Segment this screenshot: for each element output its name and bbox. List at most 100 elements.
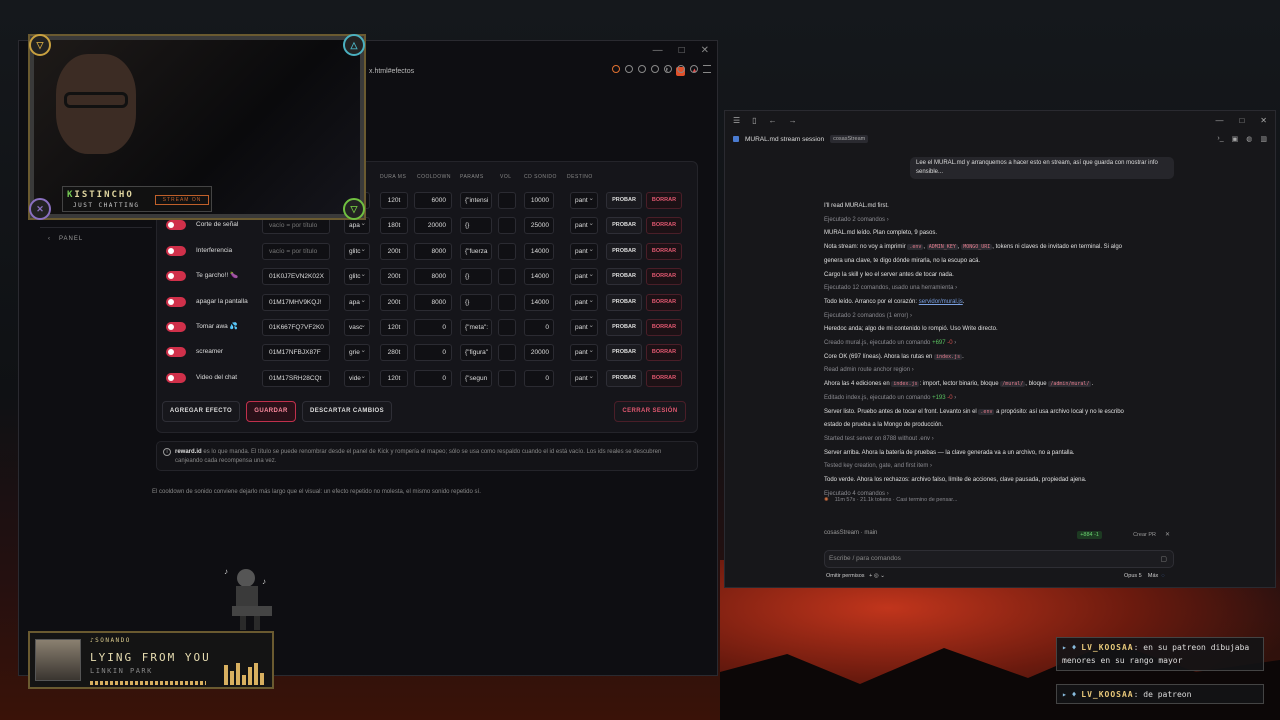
effect-type-select[interactable]: apa xyxy=(344,217,370,235)
volume-field[interactable] xyxy=(498,217,516,235)
delete-button[interactable]: BORRAR xyxy=(646,293,682,311)
sidebar-icon[interactable]: ▯ xyxy=(752,116,756,125)
close-icon[interactable]: ✕ xyxy=(1165,531,1170,538)
sound-cooldown-field[interactable]: 14000 xyxy=(524,268,554,286)
reward-id-field[interactable]: 01K667FQ7VF2K0 xyxy=(262,319,330,336)
tool-call-summary[interactable]: Ejecutado 2 comandos (1 error) › xyxy=(824,310,1174,324)
panel-back-link[interactable]: ‹ PANEL xyxy=(48,236,83,242)
destination-select[interactable]: pant xyxy=(570,217,598,235)
effect-enabled-toggle[interactable] xyxy=(166,322,186,332)
extension-icon[interactable] xyxy=(625,65,633,73)
terminal-icon[interactable]: ›_ xyxy=(1217,135,1223,143)
params-field[interactable]: {"intensi xyxy=(460,192,492,209)
effect-type-select[interactable]: vide xyxy=(344,369,370,387)
forward-arrow-icon[interactable]: → xyxy=(789,116,797,125)
back-arrow-icon[interactable]: ← xyxy=(769,116,777,125)
duration-field[interactable]: 200t xyxy=(380,293,408,311)
logout-button[interactable]: CERRAR SESIÓN xyxy=(614,401,686,422)
tool-call-summary[interactable]: Read admin route anchor region › xyxy=(824,364,1174,378)
effect-type-select[interactable]: vasc xyxy=(344,319,370,336)
sound-cooldown-field[interactable]: 0 xyxy=(524,369,554,387)
destination-select[interactable]: pant xyxy=(570,192,598,209)
test-button[interactable]: PROBAR xyxy=(606,268,642,286)
reward-id-field[interactable]: 01M17MHV9KQJ! xyxy=(262,293,330,311)
volume-field[interactable] xyxy=(498,192,516,209)
test-button[interactable]: PROBAR xyxy=(606,192,642,209)
save-button[interactable]: GUARDAR xyxy=(246,401,296,422)
tool-call-summary[interactable]: Creado mural.js, ejecutado un comando +6… xyxy=(824,337,1174,351)
effect-name[interactable]: Tomar awa 💦 xyxy=(192,319,256,336)
sound-cooldown-field[interactable]: 14000 xyxy=(524,242,554,260)
split-icon[interactable]: ▣ xyxy=(1232,135,1239,143)
effect-enabled-toggle[interactable] xyxy=(166,245,186,256)
prompt-input[interactable]: Escribe / para comandos ▢ xyxy=(824,550,1174,568)
effect-name[interactable]: Interferencia xyxy=(192,243,256,260)
effect-enabled-toggle[interactable] xyxy=(166,220,186,231)
delete-button[interactable]: BORRAR xyxy=(646,319,682,336)
volume-field[interactable] xyxy=(498,369,516,387)
effect-name[interactable]: apagar la pantalla xyxy=(192,294,256,311)
sound-cooldown-field[interactable]: 0 xyxy=(524,319,554,336)
duration-field[interactable]: 200t xyxy=(380,268,408,286)
effect-enabled-toggle[interactable] xyxy=(166,296,186,307)
extension-icon[interactable] xyxy=(677,65,685,73)
test-button[interactable]: PROBAR xyxy=(606,369,642,387)
panel-icon[interactable]: ▥ xyxy=(1260,135,1267,143)
minimize-icon[interactable]: — xyxy=(1215,116,1223,125)
tool-call-summary[interactable]: Started test server on 8788 without .env… xyxy=(824,433,1174,447)
model-label[interactable]: Opus 5 xyxy=(1124,573,1142,579)
tool-call-summary[interactable]: Editado index.js, ejecutado un comando +… xyxy=(824,392,1174,406)
delete-button[interactable]: BORRAR xyxy=(646,369,682,387)
effect-name[interactable]: Te garcho!! 🍆 xyxy=(192,268,256,285)
extension-icon[interactable] xyxy=(690,65,698,73)
tool-call-summary[interactable]: Ejecutado 12 comandos, usado una herrami… xyxy=(824,282,1174,296)
plus-icon[interactable]: + xyxy=(869,573,872,579)
cooldown-field[interactable]: 0 xyxy=(414,369,452,387)
effect-type-select[interactable]: grie xyxy=(344,344,370,362)
cooldown-field[interactable]: 20000 xyxy=(414,217,452,235)
session-tag[interactable]: cosasStream xyxy=(830,135,869,143)
maximize-icon[interactable]: □ xyxy=(1239,116,1244,125)
delete-button[interactable]: BORRAR xyxy=(646,242,682,260)
effect-type-select[interactable]: glitc xyxy=(344,268,370,286)
repo-branch[interactable]: cosasStream · main xyxy=(824,530,877,536)
destination-select[interactable]: pant xyxy=(570,319,598,336)
chevron-down-icon[interactable]: ⌄ xyxy=(880,573,885,579)
params-field[interactable]: {} xyxy=(460,217,492,235)
discard-changes-button[interactable]: DESCARTAR CAMBIOS xyxy=(302,401,392,422)
effect-type-select[interactable]: apa xyxy=(344,293,370,311)
reward-id-field[interactable]: 01M17SRH28CQt xyxy=(262,369,330,387)
extension-icon[interactable] xyxy=(612,65,620,73)
close-icon[interactable]: ✕ xyxy=(701,45,709,56)
params-field[interactable]: {"figura" xyxy=(460,344,492,362)
delete-button[interactable]: BORRAR xyxy=(646,268,682,286)
reward-id-field[interactable]: 01K0J7EVN2K02X xyxy=(262,268,330,286)
duration-field[interactable]: 280t xyxy=(380,344,408,362)
add-effect-button[interactable]: AGREGAR EFECTO xyxy=(162,401,240,422)
globe-icon[interactable]: ◍ xyxy=(1246,135,1252,143)
effect-enabled-toggle[interactable] xyxy=(166,347,186,358)
reward-id-field[interactable]: 01M17NFBJX87F xyxy=(262,344,330,362)
attach-icon[interactable]: ▢ xyxy=(1160,555,1167,563)
duration-field[interactable]: 120t xyxy=(380,192,408,209)
effect-enabled-toggle[interactable] xyxy=(166,271,186,282)
duration-field[interactable]: 180t xyxy=(380,217,408,235)
volume-field[interactable] xyxy=(498,319,516,336)
params-field[interactable]: {} xyxy=(460,293,492,311)
test-button[interactable]: PROBAR xyxy=(606,242,642,260)
delete-button[interactable]: BORRAR xyxy=(646,344,682,362)
test-button[interactable]: PROBAR xyxy=(606,217,642,235)
session-title[interactable]: MURAL.md stream session xyxy=(745,136,824,143)
menu-icon[interactable] xyxy=(703,65,711,73)
effect-enabled-toggle[interactable] xyxy=(166,372,186,383)
diff-badge[interactable]: +884 -1 xyxy=(1077,531,1102,539)
test-button[interactable]: PROBAR xyxy=(606,344,642,362)
volume-field[interactable] xyxy=(498,344,516,362)
cooldown-field[interactable]: 0 xyxy=(414,319,452,336)
params-field[interactable]: {"meta": xyxy=(460,319,492,336)
destination-select[interactable]: pant xyxy=(570,268,598,286)
duration-field[interactable]: 120t xyxy=(380,369,408,387)
test-button[interactable]: PROBAR xyxy=(606,293,642,311)
extension-icon[interactable] xyxy=(638,65,646,73)
maximize-icon[interactable]: □ xyxy=(679,45,685,56)
